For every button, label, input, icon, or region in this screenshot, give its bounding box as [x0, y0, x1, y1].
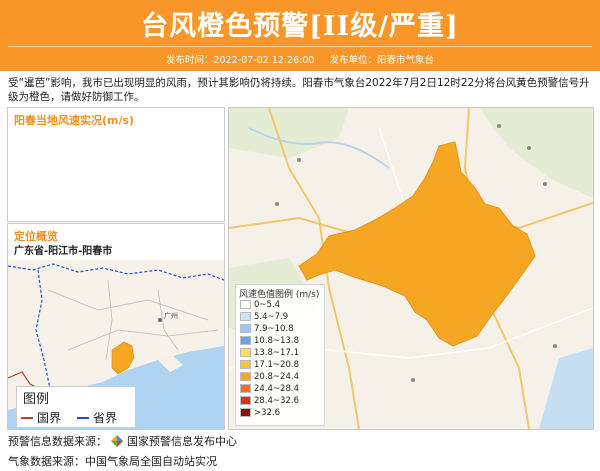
legend-item: 10.8~13.8	[240, 335, 299, 346]
location-path: 广东省-阳江市-阳春市	[14, 246, 113, 257]
legend-label: 17.1~20.8	[254, 359, 299, 370]
provincial-border-label: 省界	[93, 411, 118, 425]
national-border-swatch	[21, 416, 33, 419]
location-panel: 定位概览 广东省-阳江市-阳春市 广州 图例 国界 省界	[7, 223, 225, 430]
warning-source-label: 预警信息数据来源：	[8, 435, 107, 448]
weather-source: 中国气象局全国自动站实况	[85, 455, 217, 468]
header-divider	[8, 46, 592, 47]
weather-source-line: 气象数据来源： 中国气象局全国自动站实况	[8, 453, 217, 469]
provincial-border-swatch	[77, 416, 89, 419]
legend-label: 28.4~32.6	[254, 395, 299, 406]
legend-swatch	[240, 360, 251, 369]
map-legend: 图例 国界 省界	[16, 386, 136, 428]
warning-source-link[interactable]: 国家预警信息发布中心	[127, 433, 237, 449]
legend-swatch	[240, 348, 251, 357]
wind-map-panel: 风速色值图例 (m/s) 0~5.4 5.4~7.9 7.9~10.8 10.8…	[228, 107, 594, 430]
legend-label: 24.4~28.4	[254, 383, 299, 394]
weather-source-label: 气象数据来源：	[8, 455, 85, 468]
legend-item: 0~5.4	[240, 299, 280, 310]
legend-item: 17.1~20.8	[240, 359, 299, 370]
legend-item: 5.4~7.9	[240, 311, 288, 322]
warning-center-icon	[111, 435, 123, 447]
legend-swatch	[240, 408, 251, 417]
warning-description: 受“暹芭”影响，我市已出现明显的风雨，预计其影响仍将持续。阳春市气象台2022年…	[8, 77, 590, 103]
legend-national-border: 国界	[21, 409, 61, 426]
legend-swatch	[240, 396, 251, 405]
legend-item: >32.6	[240, 407, 280, 418]
warning-source-line: 预警信息数据来源： 国家预警信息发布中心	[8, 433, 237, 449]
legend-item: 28.4~32.6	[240, 395, 299, 406]
legend-swatch	[240, 324, 251, 333]
legend-label: >32.6	[254, 407, 281, 418]
national-border-label: 国界	[37, 411, 62, 425]
warning-header: 台风橙色预警[II级/严重] 发布时间：2022-07-02 12:26:00 …	[0, 0, 600, 71]
legend-label: 13.8~17.1	[254, 347, 299, 358]
legend-label: 7.9~10.8	[254, 323, 294, 334]
page-title: 台风橙色预警[II级/严重]	[141, 11, 459, 42]
legend-swatch	[240, 384, 251, 393]
legend-label: 10.8~13.8	[254, 335, 299, 346]
wind-speed-panel: 阳春当地风速实况(m/s)	[7, 107, 225, 222]
legend-item: 24.4~28.4	[240, 383, 299, 394]
legend-label: 0~5.4	[254, 299, 281, 310]
legend-item: 7.9~10.8	[240, 323, 294, 334]
map-legend-title: 图例	[23, 392, 50, 407]
legend-swatch	[240, 372, 251, 381]
legend-swatch	[240, 300, 251, 309]
publish-unit: 发布单位：阳春市气象台	[329, 55, 434, 66]
legend-label: 5.4~7.9	[254, 311, 289, 322]
legend-provincial-border: 省界	[77, 409, 117, 426]
city-label-guangzhou: 广州	[164, 311, 178, 320]
publish-time: 发布时间：2022-07-02 12:26:00	[166, 55, 315, 66]
legend-swatch	[240, 336, 251, 345]
legend-item: 20.8~24.4	[240, 371, 299, 382]
wind-speed-legend: 风速色值图例 (m/s) 0~5.4 5.4~7.9 7.9~10.8 10.8…	[235, 284, 325, 426]
legend-item: 13.8~17.1	[240, 347, 299, 358]
legend-swatch	[240, 312, 251, 321]
legend-label: 20.8~24.4	[254, 371, 299, 382]
publish-meta: 发布时间：2022-07-02 12:26:00 发布单位：阳春市气象台	[0, 52, 600, 66]
wind-speed-title: 阳春当地风速实况(m/s)	[14, 114, 135, 127]
